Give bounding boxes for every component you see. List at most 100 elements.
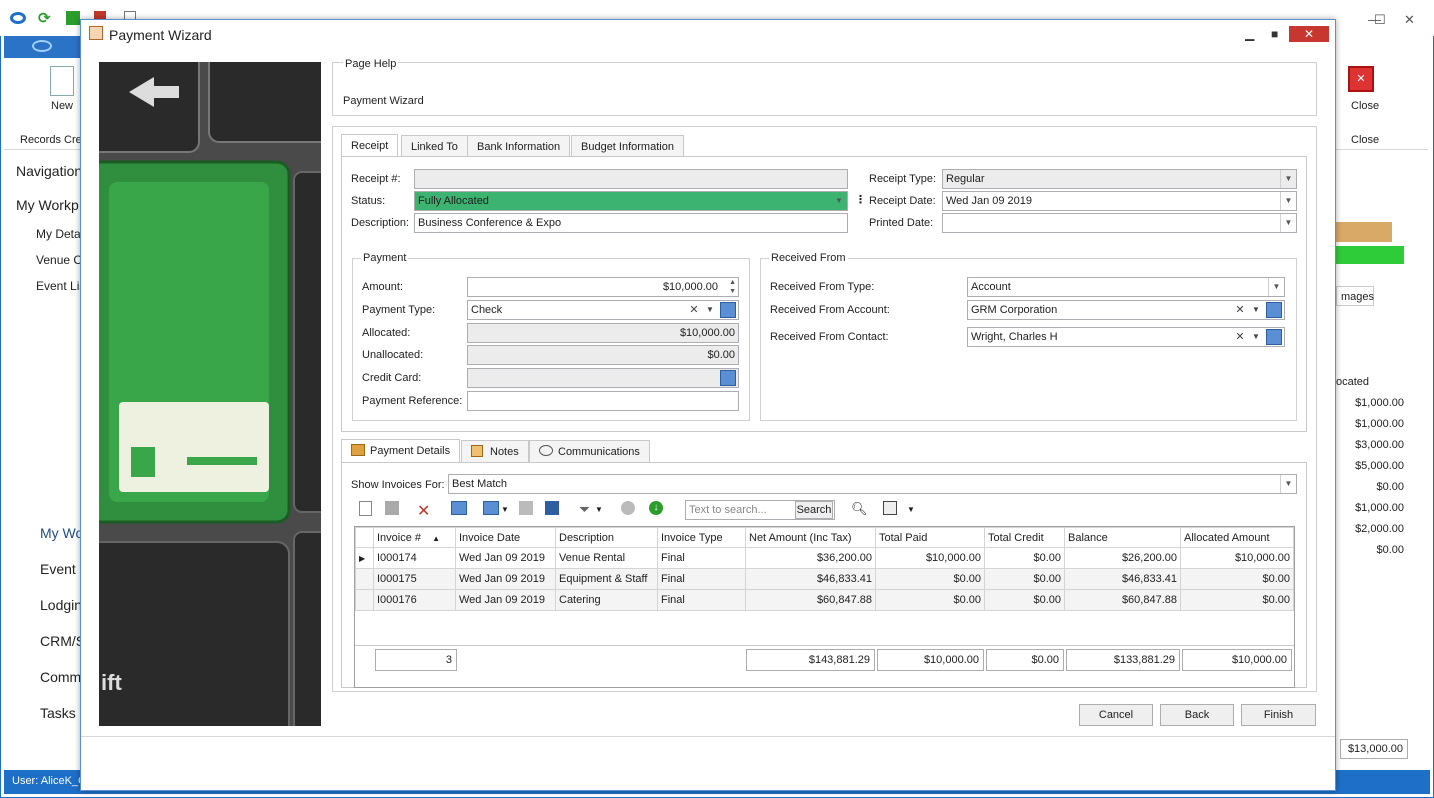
grid-search-button[interactable]: Search	[795, 501, 833, 519]
status-field[interactable]: Fully Allocated ▼	[414, 191, 848, 211]
description-field[interactable]: Business Conference & Expo	[414, 213, 848, 233]
chevron-down-icon[interactable]: ▼	[907, 505, 925, 523]
tab-receipt[interactable]: Receipt	[341, 134, 399, 157]
close-ribbon-button[interactable]: Close	[1351, 100, 1379, 112]
cell-allocated-amount[interactable]: $0.00	[1180, 568, 1294, 590]
cell-invoice-no[interactable]: I000175	[373, 568, 456, 590]
lookup-icon[interactable]	[1266, 302, 1282, 318]
clear-icon[interactable]: ✕	[1232, 328, 1248, 346]
chevron-down-icon[interactable]: ▼	[1280, 214, 1296, 232]
clear-icon[interactable]: ✕	[686, 301, 702, 319]
new-button[interactable]: New	[51, 100, 73, 112]
chevron-down-icon[interactable]: ▼	[595, 505, 613, 523]
tab-linked-to[interactable]: Linked To	[401, 135, 468, 157]
tab-budget-information[interactable]: Budget Information	[571, 135, 684, 157]
cell-invoice-type[interactable]: Final	[657, 589, 746, 611]
col-total-credit[interactable]: Total Credit	[984, 527, 1065, 548]
nav-communications[interactable]: Comm	[40, 669, 84, 685]
table-row[interactable]: I000175 Wed Jan 09 2019 Equipment & Staf…	[355, 568, 1294, 590]
quick-access-icon[interactable]	[66, 11, 80, 25]
cell-balance[interactable]: $26,200.00	[1064, 547, 1181, 569]
payment-type-field[interactable]: Check ✕ ▼	[467, 300, 739, 320]
layout-icon[interactable]	[519, 501, 533, 515]
images-tab[interactable]: mages	[1336, 286, 1374, 306]
table-row[interactable]: ▶ I000174 Wed Jan 09 2019 Venue Rental F…	[355, 547, 1294, 569]
cell-total-paid[interactable]: $10,000.00	[875, 547, 985, 569]
lookup-icon[interactable]	[720, 302, 736, 318]
clear-icon[interactable]: ✕	[1232, 301, 1248, 319]
close-icon[interactable]: ✕	[1404, 12, 1415, 28]
credit-card-field[interactable]	[467, 368, 739, 388]
pin-icon[interactable]	[545, 501, 559, 515]
nav-lodging[interactable]: Lodgin	[40, 597, 84, 613]
cell-net-amount[interactable]: $46,833.41	[745, 568, 876, 590]
receipt-date-field[interactable]: Wed Jan 09 2019 ▼	[942, 191, 1297, 211]
new-record-icon[interactable]	[359, 501, 372, 516]
chevron-down-icon[interactable]: ▼	[1280, 475, 1296, 493]
info-icon[interactable]	[621, 501, 635, 515]
find-icon[interactable]: 🔍︎	[851, 501, 869, 519]
cell-description[interactable]: Catering	[555, 589, 658, 611]
cell-total-paid[interactable]: $0.00	[875, 568, 985, 590]
cell-invoice-type[interactable]: Final	[657, 568, 746, 590]
cancel-button[interactable]: Cancel	[1079, 704, 1153, 726]
delete-icon[interactable]: ✕	[417, 501, 435, 520]
dialog-maximize-icon[interactable]: ■	[1271, 27, 1278, 41]
new-document-icon[interactable]	[50, 66, 74, 96]
lookup-icon[interactable]	[1266, 329, 1282, 345]
col-net-amount[interactable]: Net Amount (Inc Tax)	[745, 527, 876, 548]
show-invoices-field[interactable]: Best Match ▼	[448, 474, 1297, 494]
cell-invoice-no[interactable]: I000174	[373, 547, 456, 569]
chevron-down-icon[interactable]: ▼	[702, 301, 718, 319]
download-icon[interactable]: ↓	[649, 501, 663, 515]
cell-total-credit[interactable]: $0.00	[984, 568, 1065, 590]
refresh-icon[interactable]: ⟳	[38, 9, 51, 27]
splitter-handle-icon[interactable]: ⋮	[855, 193, 866, 206]
nav-item-my-details[interactable]: My Detai	[36, 227, 84, 241]
cell-description[interactable]: Venue Rental	[555, 547, 658, 569]
cell-invoice-date[interactable]: Wed Jan 09 2019	[455, 568, 556, 590]
cell-total-paid[interactable]: $0.00	[875, 589, 985, 611]
dialog-minimize-icon[interactable]: ▁	[1245, 27, 1254, 41]
cell-allocated-amount[interactable]: $10,000.00	[1180, 547, 1294, 569]
nav-events[interactable]: Event	[40, 561, 84, 577]
ribbon-file-tab[interactable]	[4, 36, 84, 58]
chevron-down-icon[interactable]: ▼	[831, 192, 847, 210]
cell-total-credit[interactable]: $0.00	[984, 589, 1065, 611]
chevron-down-icon[interactable]: ▼	[1248, 328, 1264, 346]
save-icon[interactable]	[883, 501, 897, 515]
printed-date-field[interactable]: ▼	[942, 213, 1297, 233]
cell-invoice-date[interactable]: Wed Jan 09 2019	[455, 589, 556, 611]
cell-description[interactable]: Equipment & Staff	[555, 568, 658, 590]
received-from-type-field[interactable]: Account ▼	[967, 277, 1285, 297]
cell-net-amount[interactable]: $36,200.00	[745, 547, 876, 569]
chevron-down-icon[interactable]: ▼	[1280, 192, 1296, 210]
maximize-icon[interactable]: ☐	[1374, 12, 1386, 28]
columns-icon[interactable]	[483, 501, 499, 515]
nav-tasks[interactable]: Tasks	[40, 705, 84, 721]
col-invoice-type[interactable]: Invoice Type	[657, 527, 746, 548]
chevron-down-icon[interactable]: ▼	[1268, 278, 1284, 296]
lookup-icon[interactable]	[720, 370, 736, 386]
copy-record-icon[interactable]	[385, 501, 399, 515]
col-invoice-date[interactable]: Invoice Date	[455, 527, 556, 548]
payment-reference-field[interactable]	[467, 391, 739, 411]
cell-invoice-date[interactable]: Wed Jan 09 2019	[455, 547, 556, 569]
received-from-account-field[interactable]: GRM Corporation ✕ ▼	[967, 300, 1285, 320]
cell-total-credit[interactable]: $0.00	[984, 547, 1065, 569]
cell-invoice-type[interactable]: Final	[657, 547, 746, 569]
nav-item-venue-calendar[interactable]: Venue Ca	[36, 253, 84, 267]
cell-allocated-amount[interactable]: $0.00	[1180, 589, 1294, 611]
col-description[interactable]: Description	[555, 527, 658, 548]
spin-buttons-icon[interactable]: ▲ ▼	[729, 278, 736, 296]
amount-field[interactable]: $10,000.00 ▲ ▼	[467, 277, 739, 297]
chevron-down-icon[interactable]: ▼	[1248, 301, 1264, 319]
table-row[interactable]: I000176 Wed Jan 09 2019 Catering Final $…	[355, 589, 1294, 611]
close-ribbon-icon[interactable]: ✕	[1348, 66, 1374, 92]
back-button[interactable]: Back	[1160, 704, 1234, 726]
dialog-close-button[interactable]: ✕	[1289, 26, 1329, 42]
col-balance[interactable]: Balance	[1064, 527, 1181, 548]
col-allocated-amount[interactable]: Allocated Amount	[1180, 527, 1294, 548]
col-invoice-no[interactable]: Invoice # ▲	[373, 527, 456, 548]
nav-my-workspace[interactable]: My Wo	[40, 525, 84, 541]
